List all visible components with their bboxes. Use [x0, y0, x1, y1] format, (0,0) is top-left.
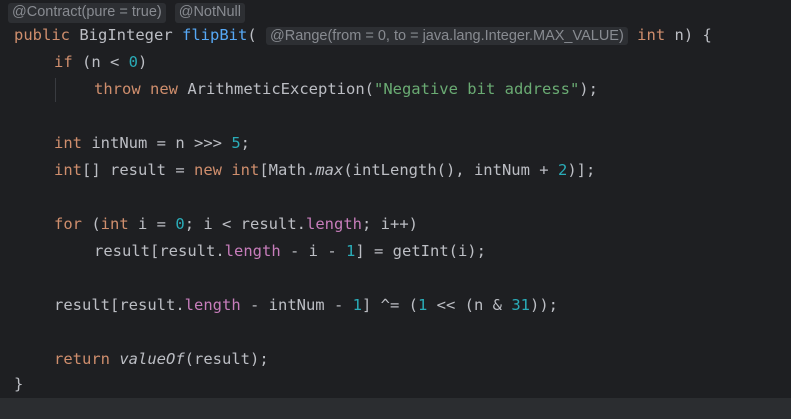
contract-hint[interactable]: @Contract(pure = true) [8, 3, 166, 23]
code-line-2[interactable]: if (n < 0) [54, 49, 147, 76]
code-line-5[interactable]: int[] result = new int[Math.max(intLengt… [54, 157, 595, 184]
notnull-hint[interactable]: @NotNull [174, 3, 245, 23]
code-line-1[interactable]: public BigInteger flipBit( @Range(from =… [14, 22, 712, 49]
range-hint[interactable]: @Range(from = 0, to = java.lang.Integer.… [266, 27, 628, 45]
code-line-10[interactable]: } [14, 371, 23, 398]
editor-footer-band [0, 398, 791, 419]
code-line-7[interactable]: result[result.length - i - 1] = getInt(i… [94, 238, 486, 265]
code-line-9[interactable]: return valueOf(result); [54, 346, 269, 373]
code-line-8[interactable]: result[result.length - intNum - 1] ^= (1… [54, 292, 558, 319]
code-editor[interactable]: @Contract(pure = true) @NotNull public B… [0, 0, 791, 419]
code-line-3[interactable]: throw new ArithmeticException("Negative … [94, 76, 598, 103]
code-line-4[interactable]: int intNum = n >>> 5; [54, 130, 250, 157]
inlay-hints-row: @Contract(pure = true) @NotNull [8, 3, 245, 23]
indent-guide [55, 78, 56, 102]
code-line-6[interactable]: for (int i = 0; i < result.length; i++) [54, 211, 418, 238]
